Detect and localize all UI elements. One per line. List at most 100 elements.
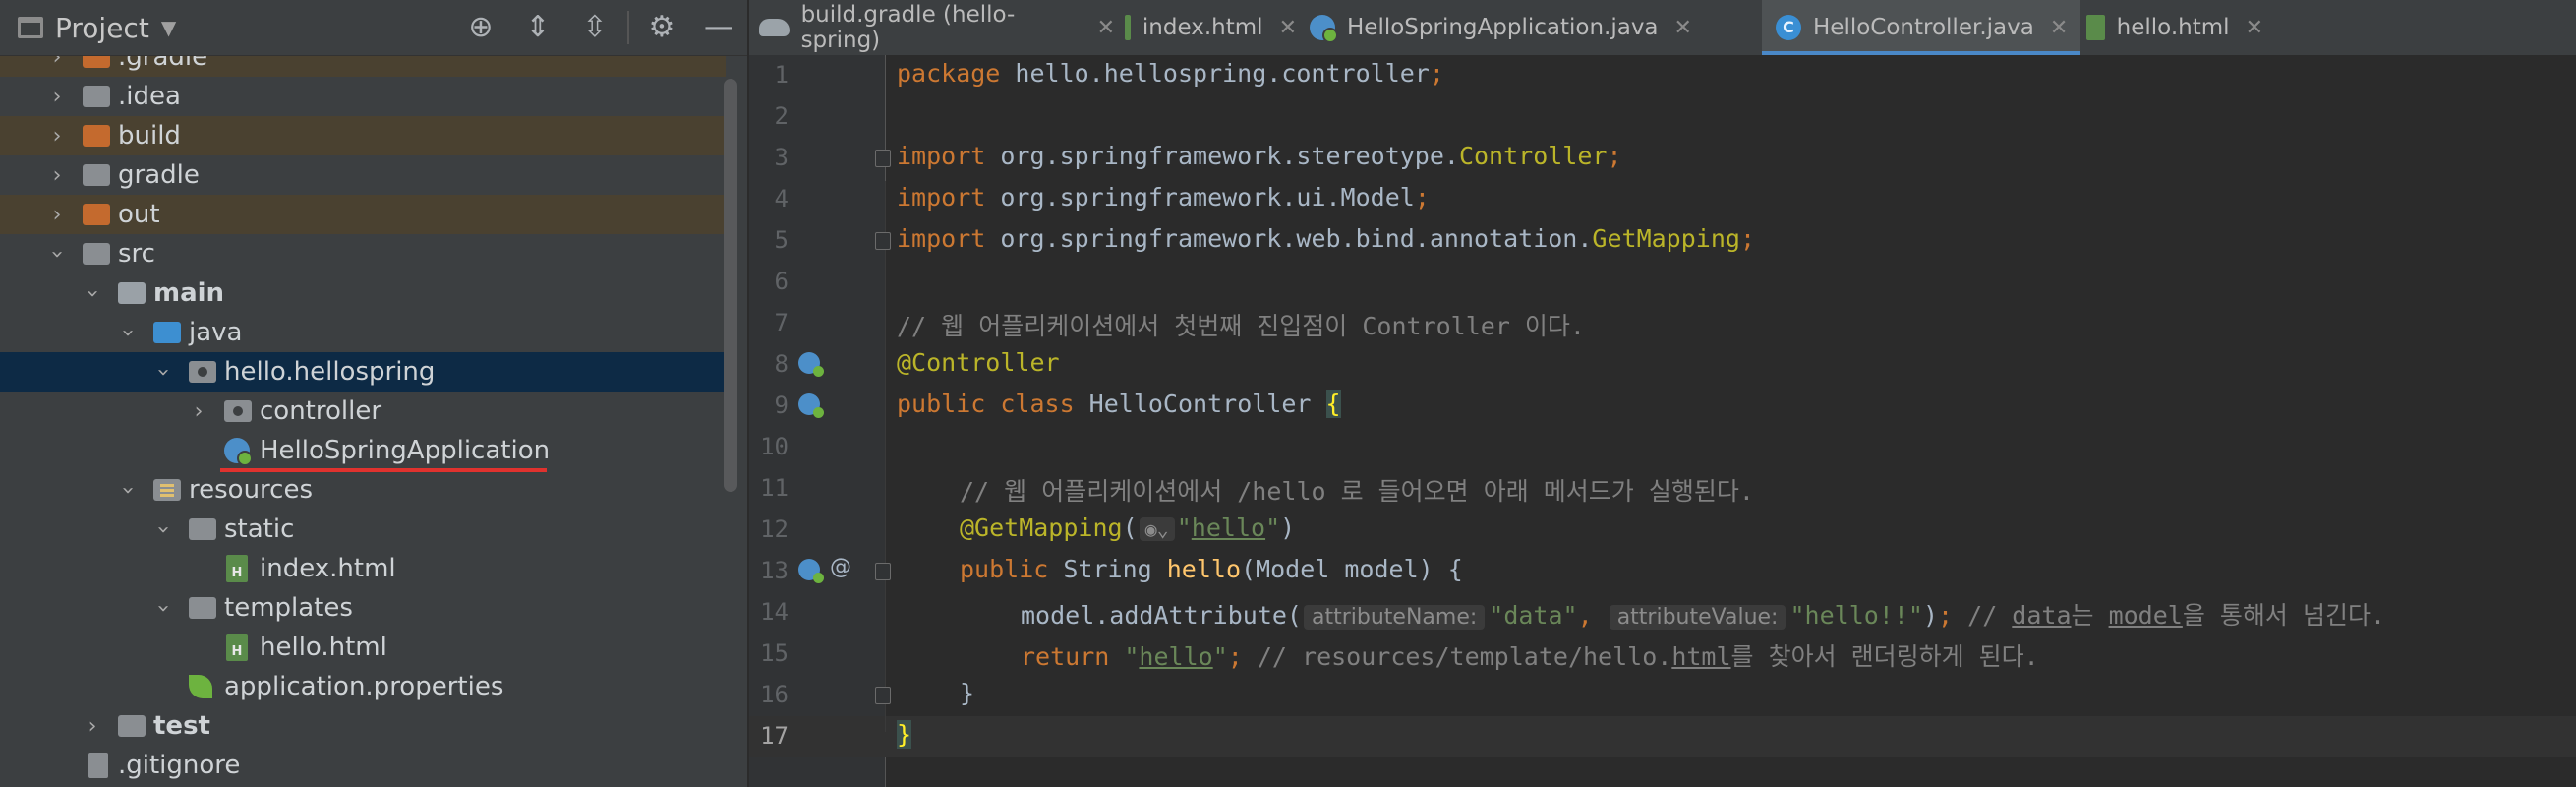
tree-item-resources[interactable]: › resources bbox=[0, 470, 726, 510]
chevron-right-icon[interactable]: › bbox=[47, 163, 67, 188]
chevron-down-icon[interactable]: › bbox=[151, 362, 176, 382]
token-comment: // 웹 어플리케이션에서 첫번째 진입점이 Controller 이다. bbox=[897, 312, 1585, 340]
chevron-down-icon[interactable]: › bbox=[116, 480, 141, 500]
chevron-down-icon[interactable]: › bbox=[45, 244, 70, 264]
spring-mapping-gutter-icon[interactable] bbox=[798, 559, 824, 583]
tab-label: build.gradle (hello-spring) bbox=[800, 2, 1016, 53]
token-class: Controller bbox=[1458, 142, 1608, 170]
tree-item-controller[interactable]: › controller bbox=[0, 392, 726, 431]
tree-item-out[interactable]: › out bbox=[0, 195, 726, 234]
code-line-1: package hello.hellospring.controller; bbox=[897, 59, 1444, 88]
tree-item-src[interactable]: › src bbox=[0, 234, 726, 273]
token-semicolon: ; bbox=[1938, 601, 1954, 630]
tree-item-test[interactable]: › test bbox=[0, 706, 726, 746]
code-line-14: model.addAttribute(attributeName: "data",… bbox=[1021, 596, 2385, 632]
close-icon[interactable]: ✕ bbox=[1674, 16, 1692, 40]
fold-marker-icon[interactable] bbox=[875, 150, 891, 167]
close-icon[interactable]: ✕ bbox=[1097, 16, 1115, 40]
line-number: 14 bbox=[760, 598, 789, 626]
token-class: GetMapping bbox=[1592, 224, 1740, 253]
line-number: 3 bbox=[774, 144, 789, 171]
fold-marker-icon[interactable] bbox=[875, 232, 891, 250]
locate-file-icon[interactable]: ⊕ bbox=[452, 8, 509, 47]
chevron-down-icon[interactable]: › bbox=[116, 323, 141, 342]
tab-label: HelloSpringApplication.java bbox=[1347, 15, 1659, 40]
token-semicolon: ; bbox=[1414, 183, 1430, 212]
tab-build-gradle[interactable]: build.gradle (hello-spring) ✕ bbox=[759, 0, 1115, 55]
spring-properties-icon bbox=[189, 675, 212, 698]
code-line-5: import org.springframework.web.bind.anno… bbox=[897, 224, 1755, 253]
token-identifier: org.springframework.web.bind.annotation. bbox=[985, 224, 1593, 253]
tree-item-gradle[interactable]: › gradle bbox=[0, 155, 726, 195]
token-brace-matched: } bbox=[897, 720, 912, 749]
spring-bean-gutter-icon[interactable] bbox=[798, 394, 824, 418]
spring-bean-gutter-icon[interactable] bbox=[798, 352, 824, 377]
folder-icon bbox=[118, 715, 146, 737]
close-icon[interactable]: ✕ bbox=[2050, 16, 2068, 40]
chevron-right-icon[interactable]: › bbox=[83, 714, 102, 739]
folder-icon bbox=[83, 86, 110, 107]
chevron-down-icon[interactable]: › bbox=[151, 598, 176, 618]
tree-item-application-properties[interactable]: application.properties bbox=[0, 667, 726, 706]
line-number: 12 bbox=[760, 515, 789, 543]
project-title: Project bbox=[55, 11, 149, 44]
chevron-right-icon[interactable]: › bbox=[47, 124, 67, 149]
token-comment: // resources/template/hello. bbox=[1242, 642, 1672, 671]
chevron-right-icon[interactable]: › bbox=[47, 85, 67, 109]
tree-item-idea[interactable]: › .idea bbox=[0, 77, 726, 116]
close-icon[interactable]: ✕ bbox=[2246, 16, 2263, 40]
tree-item-main[interactable]: › main bbox=[0, 273, 726, 313]
token-semicolon: ; bbox=[1607, 142, 1622, 170]
project-view-selector[interactable]: Project ▼ bbox=[18, 10, 176, 45]
tree-item-index-html[interactable]: H index.html bbox=[0, 549, 726, 588]
project-scrollbar[interactable] bbox=[724, 79, 737, 492]
tab-hellospringapplication[interactable]: HelloSpringApplication.java ✕ bbox=[1310, 0, 1762, 55]
tree-item-label: gradle bbox=[118, 160, 200, 190]
token-comment: 를 찾아서 랜더링하게 된다. bbox=[1730, 642, 2039, 671]
tree-item-hello-hellospring[interactable]: › hello.hellospring bbox=[0, 352, 726, 392]
token-paren: ) bbox=[1922, 601, 1939, 630]
tree-item-gitignore[interactable]: .gitignore bbox=[0, 746, 726, 785]
code-line-11: // 웹 어플리케이션에서 /hello 로 들어오면 아래 메서드가 실행된다… bbox=[960, 472, 1754, 508]
tab-label: index.html bbox=[1142, 15, 1263, 40]
tree-item-static[interactable]: › static bbox=[0, 510, 726, 549]
chevron-down-icon[interactable]: › bbox=[151, 519, 176, 539]
token-semicolon: ; bbox=[1227, 642, 1243, 671]
chevron-right-icon[interactable]: › bbox=[189, 399, 208, 424]
folder-icon bbox=[83, 243, 110, 265]
chevron-right-icon[interactable]: › bbox=[47, 203, 67, 227]
tab-hello-html[interactable]: hello.html ✕ bbox=[2086, 0, 2263, 55]
tree-item-label: hello.hellospring bbox=[224, 357, 436, 387]
url-inlay-hint[interactable]: ◉⌄ bbox=[1139, 517, 1175, 541]
token-comment-typo: data bbox=[2012, 601, 2072, 630]
toolbar-separator bbox=[627, 11, 629, 44]
tree-item-java[interactable]: › java bbox=[0, 313, 726, 352]
source-folder-icon bbox=[153, 322, 181, 343]
tree-item-label: hello.html bbox=[260, 633, 387, 662]
token-string-link[interactable]: hello bbox=[1192, 514, 1265, 542]
token-string-link[interactable]: hello bbox=[1139, 642, 1212, 671]
tree-item-label: src bbox=[118, 239, 155, 269]
tree-item-hello-html[interactable]: H hello.html bbox=[0, 628, 726, 667]
tree-item-label: .idea bbox=[118, 82, 181, 111]
collapse-all-icon[interactable]: ⇳ bbox=[566, 8, 623, 47]
fold-marker-icon[interactable] bbox=[875, 687, 891, 704]
at-sign-gutter-icon[interactable]: @ bbox=[830, 555, 851, 579]
tree-item-label: HelloSpringApplication bbox=[260, 436, 551, 465]
parameter-name-hint: attributeName: bbox=[1303, 605, 1486, 630]
hide-panel-icon[interactable]: — bbox=[690, 8, 747, 47]
tab-hellocontroller[interactable]: C HelloController.java ✕ bbox=[1762, 0, 2080, 56]
tree-item-hellospringapplication[interactable]: HelloSpringApplication bbox=[0, 431, 726, 472]
tab-index-html[interactable]: index.html ✕ bbox=[1125, 0, 1297, 55]
token-string: " bbox=[1109, 642, 1140, 671]
gear-icon[interactable]: ⚙ bbox=[633, 8, 690, 47]
expand-all-icon[interactable]: ⇕ bbox=[509, 8, 566, 47]
close-icon[interactable]: ✕ bbox=[1279, 16, 1297, 40]
fold-marker-icon[interactable] bbox=[875, 563, 891, 580]
tree-item-build[interactable]: › build bbox=[0, 116, 726, 155]
tree-item-label: out bbox=[118, 200, 160, 229]
folder-icon bbox=[189, 597, 216, 619]
code-line-12: @GetMapping(◉⌄ "hello") bbox=[960, 514, 1295, 542]
chevron-down-icon[interactable]: › bbox=[81, 283, 105, 303]
tree-item-templates[interactable]: › templates bbox=[0, 588, 726, 628]
